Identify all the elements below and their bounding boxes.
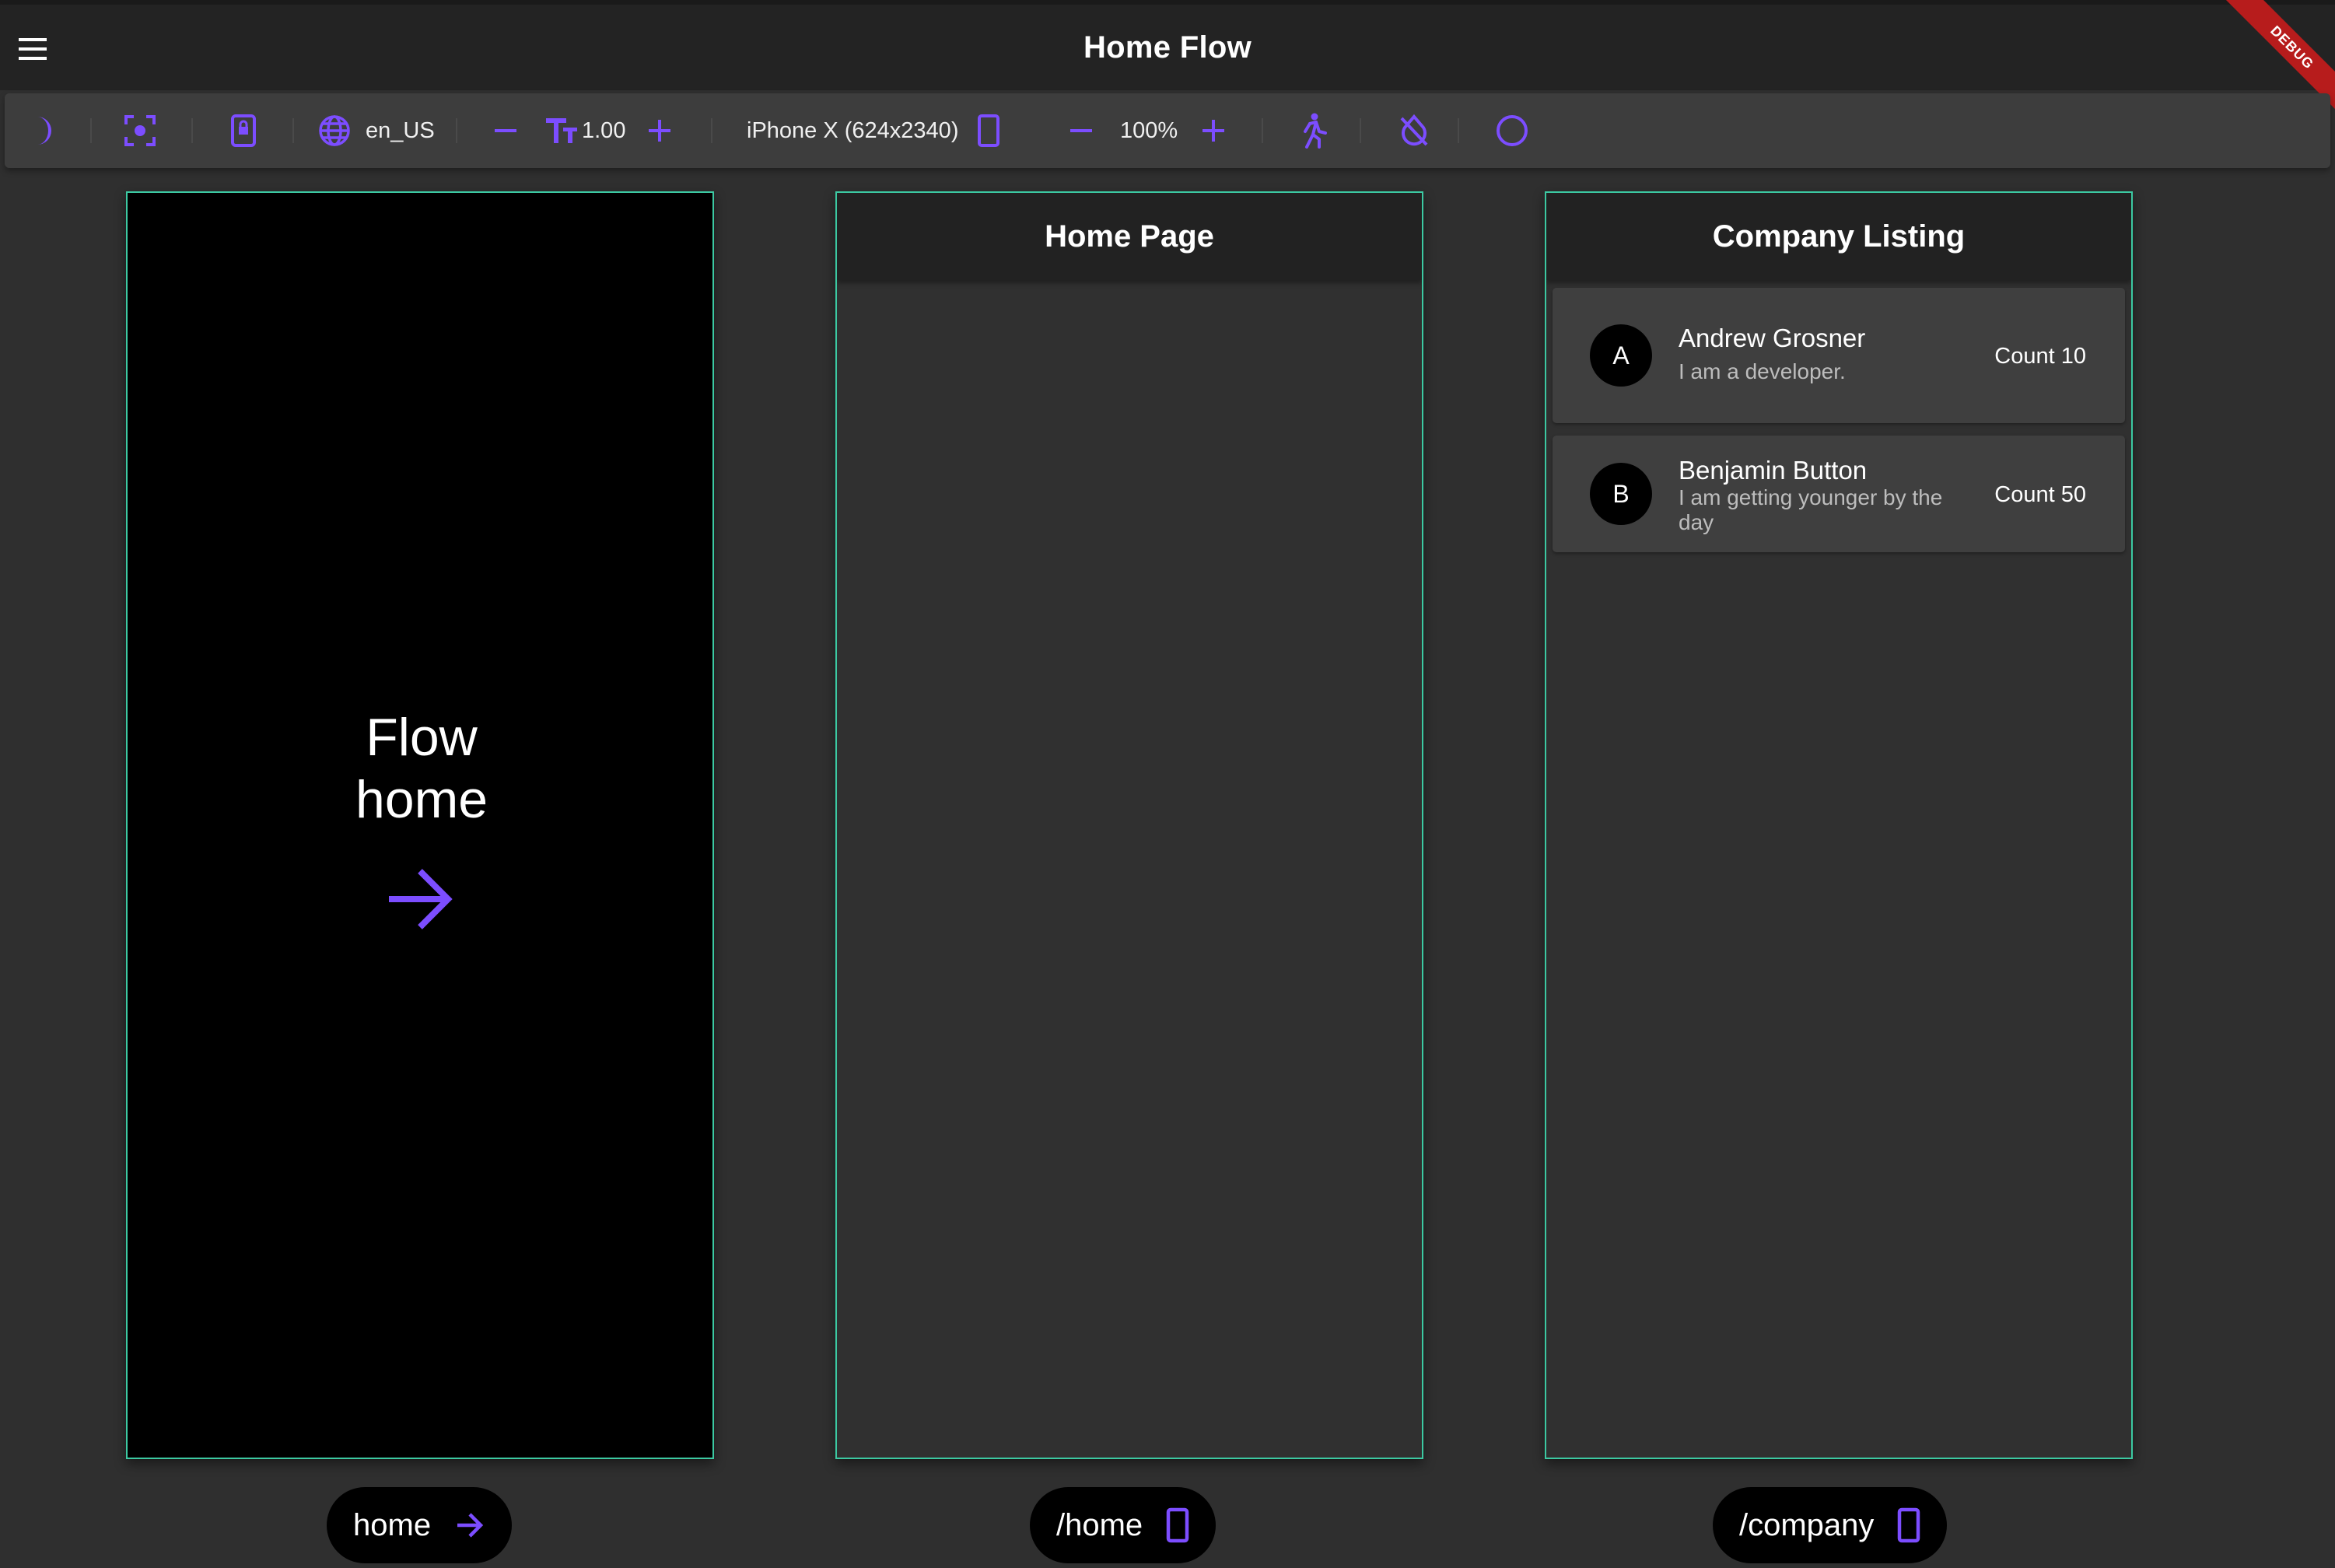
list-item[interactable]: A Andrew Grosner I am a developer. Count…	[1553, 288, 2125, 423]
list-item-name: Benjamin Button	[1679, 456, 1868, 485]
invert-colors-off-icon[interactable]	[1397, 93, 1431, 168]
route-chip-company[interactable]: /company	[1713, 1487, 1948, 1563]
toolbar-divider	[1458, 118, 1459, 143]
toolbar-divider	[1262, 118, 1263, 143]
toolbar-divider	[90, 118, 92, 143]
device-frame-icon[interactable]	[230, 93, 257, 168]
route-chip-home-page[interactable]: /home	[1030, 1487, 1217, 1563]
route-label: /home	[1056, 1507, 1143, 1542]
phone-icon	[978, 114, 1000, 147]
minus-icon	[1070, 129, 1092, 132]
locale-label: en_US	[366, 117, 435, 143]
locale-selector[interactable]: en_US	[317, 93, 435, 168]
route-label: home	[353, 1507, 432, 1542]
app-title: Home Flow	[1083, 30, 1252, 65]
toolbar-divider	[711, 118, 712, 143]
route-label: /company	[1739, 1507, 1875, 1542]
list-item-count: Count 10	[1994, 344, 2086, 369]
route-chip-home[interactable]: home	[327, 1487, 513, 1563]
phone-icon	[1898, 1507, 1920, 1543]
app-bar: Home Flow DEBUG	[0, 0, 2335, 126]
flow-home-text: Flow home	[355, 708, 488, 829]
toolbar-divider	[456, 118, 457, 143]
zoom-out-button[interactable]	[1067, 93, 1095, 168]
list-item-count: Count 50	[1994, 482, 2086, 507]
list-item-description: I am getting younger by the day	[1679, 485, 1943, 534]
accessibility-icon[interactable]	[1299, 93, 1327, 168]
globe-icon	[319, 115, 350, 146]
list-item[interactable]: B Benjamin Button I am getting younger b…	[1553, 436, 2125, 552]
arrow-right-icon	[457, 1513, 484, 1538]
text-scale-decrease-button[interactable]	[492, 93, 520, 168]
device-preview-toolbar: en_US 1.00 iPhone X (624x2340) 100%	[5, 93, 2330, 168]
phone-icon	[1166, 1507, 1189, 1543]
zoom-in-button[interactable]	[1199, 93, 1227, 168]
list-item-description: I am a developer.	[1679, 359, 1846, 383]
minus-icon	[495, 129, 516, 132]
text-size-icon	[546, 118, 577, 143]
list-item-name: Andrew Grosner	[1679, 324, 1866, 352]
menu-icon[interactable]	[17, 30, 64, 68]
text-scale-value: 1.00	[582, 117, 626, 143]
plus-icon	[1203, 120, 1224, 142]
zoom-level: 100%	[1120, 117, 1178, 143]
text-scale-control: 1.00	[544, 93, 625, 168]
home-page-header: Home Page	[837, 193, 1422, 280]
company-listing-header: Company Listing	[1546, 193, 2131, 280]
avatar: B	[1590, 463, 1652, 525]
device-label: iPhone X (624x2340)	[747, 117, 959, 143]
circle-icon[interactable]	[1495, 93, 1529, 168]
plus-icon	[649, 120, 670, 142]
home-page-frame: Home Page	[835, 191, 1423, 1459]
toolbar-divider	[1360, 118, 1361, 143]
arrow-right-icon[interactable]	[384, 863, 456, 939]
flow-home-frame: Flow home	[126, 191, 714, 1459]
screenshot-icon[interactable]	[123, 93, 157, 168]
toolbar-divider	[191, 118, 193, 143]
company-listing-frame: Company Listing A Andrew Grosner I am a …	[1545, 191, 2133, 1459]
device-selector[interactable]: iPhone X (624x2340)	[747, 93, 1000, 168]
dark-mode-icon[interactable]	[26, 93, 58, 168]
text-scale-increase-button[interactable]	[646, 93, 674, 168]
toolbar-divider	[292, 118, 294, 143]
avatar: A	[1590, 324, 1652, 387]
